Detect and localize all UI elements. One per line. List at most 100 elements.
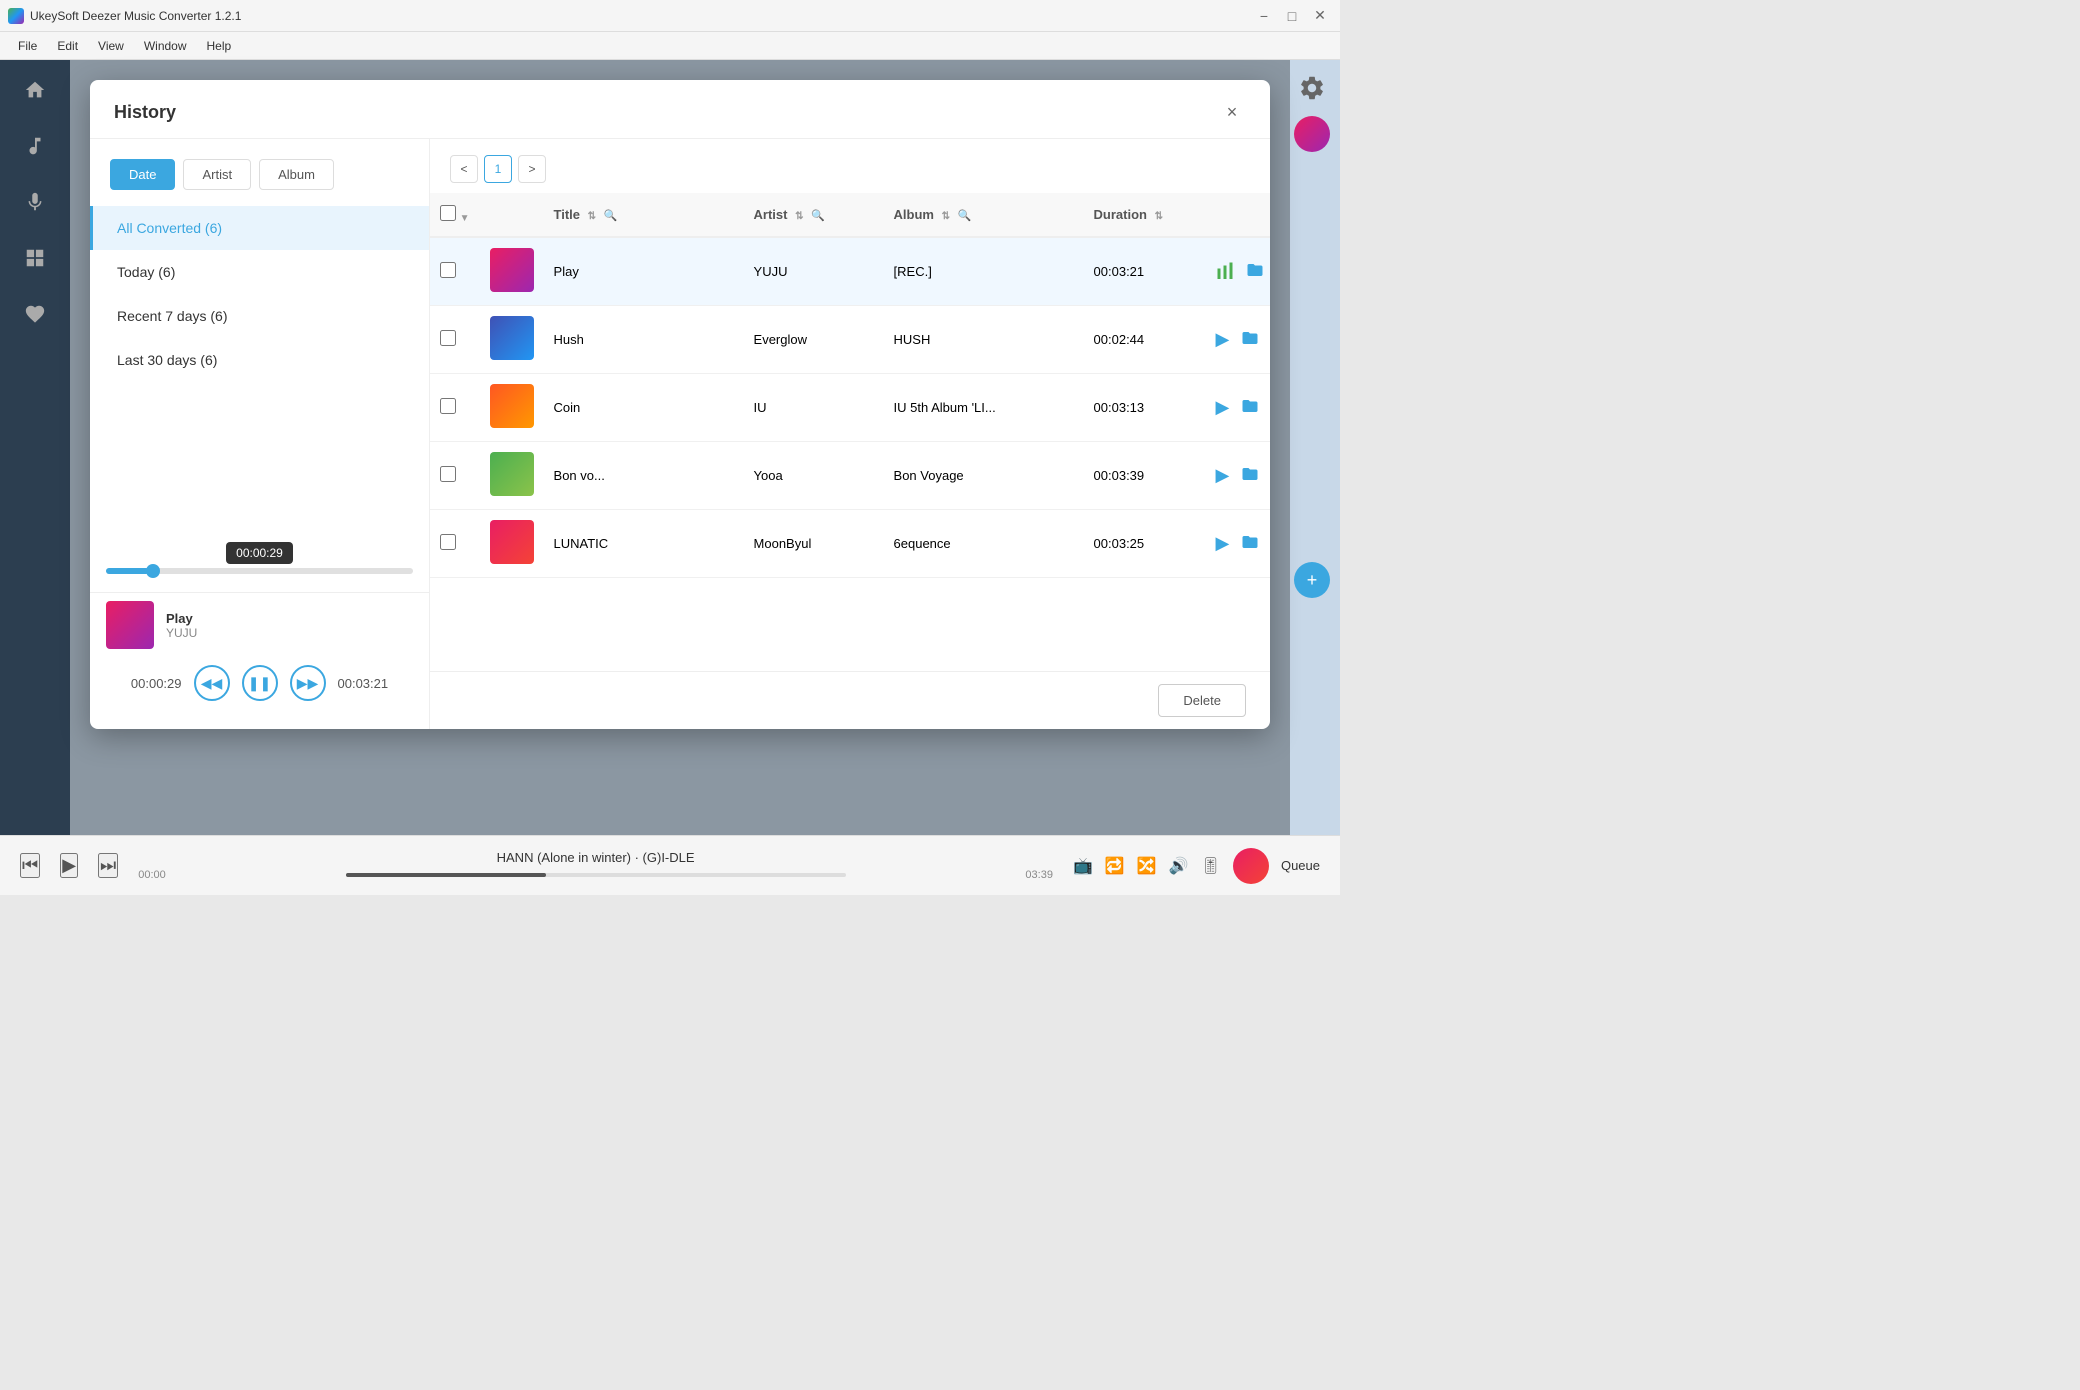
row3-title-cell: Coin <box>544 374 744 442</box>
row2-artist: Everglow <box>754 332 807 347</box>
row3-play-button[interactable]: ▶ <box>1214 395 1232 420</box>
volume-icon[interactable]: 🔊 <box>1169 856 1189 876</box>
bottom-avatar[interactable] <box>1233 848 1269 884</box>
close-button[interactable]: ✕ <box>1308 6 1332 26</box>
row2-play-button[interactable]: ▶ <box>1214 327 1232 352</box>
nav-today[interactable]: Today (6) <box>90 250 429 294</box>
row3-checkbox[interactable] <box>440 398 456 414</box>
bottom-play-button[interactable]: ▶ <box>60 853 78 878</box>
player-title: Play <box>166 611 413 626</box>
menu-view[interactable]: View <box>88 35 134 57</box>
row1-album: [REC.] <box>894 264 932 279</box>
table-row: Coin IU IU 5th Album 'LI... <box>430 374 1270 442</box>
row5-folder-button[interactable] <box>1239 531 1261 556</box>
row5-album: 6equence <box>894 536 951 551</box>
minimize-button[interactable]: − <box>1252 6 1276 26</box>
page-1[interactable]: 1 <box>484 155 512 183</box>
pause-button[interactable]: ❚❚ <box>242 665 278 701</box>
nav-all-converted[interactable]: All Converted (6) <box>90 206 429 250</box>
row4-checkbox[interactable] <box>440 466 456 482</box>
maximize-button[interactable]: □ <box>1280 6 1304 26</box>
row3-folder-button[interactable] <box>1239 395 1261 420</box>
row1-duration: 00:03:21 <box>1094 264 1145 279</box>
queue-label[interactable]: Queue <box>1281 858 1320 873</box>
row5-play-button[interactable]: ▶ <box>1214 531 1232 556</box>
row5-actions-cell: ▶ <box>1204 510 1270 578</box>
menu-edit[interactable]: Edit <box>47 35 88 57</box>
row3-delete-button[interactable] <box>1269 395 1270 420</box>
sliders-icon[interactable]: 🎚 <box>1201 856 1221 876</box>
row4-duration-cell: 00:03:39 <box>1084 442 1204 510</box>
row4-folder-button[interactable] <box>1239 463 1261 488</box>
row5-checkbox[interactable] <box>440 534 456 550</box>
player-current-time: 00:00:29 <box>131 676 182 691</box>
row5-delete-button[interactable] <box>1269 531 1270 556</box>
title-search-icon[interactable]: 🔍 <box>604 209 618 222</box>
row1-checkbox[interactable] <box>440 262 456 278</box>
delete-button[interactable]: Delete <box>1158 684 1246 717</box>
nav-recent-7[interactable]: Recent 7 days (6) <box>90 294 429 338</box>
cast-icon[interactable]: 📺 <box>1073 856 1093 876</box>
row1-title-cell: Play <box>544 237 744 306</box>
repeat-icon[interactable]: 🔁 <box>1105 856 1125 876</box>
tab-album[interactable]: Album <box>259 159 334 190</box>
row4-duration: 00:03:39 <box>1094 468 1145 483</box>
row4-delete-button[interactable] <box>1269 463 1270 488</box>
prev-button[interactable]: ◀◀ <box>194 665 230 701</box>
menu-window[interactable]: Window <box>134 35 197 57</box>
sidebar-favorites[interactable] <box>15 294 55 334</box>
row5-thumb <box>490 520 534 564</box>
user-avatar[interactable] <box>1294 116 1330 152</box>
duration-sort-icon[interactable]: ⇅ <box>1155 211 1163 222</box>
history-dialog: History × Date Artist Album All Converte… <box>90 80 1270 729</box>
add-music-icon[interactable]: + <box>1294 562 1330 598</box>
table-header-row: ▼ Title ⇅ 🔍 <box>430 193 1270 237</box>
album-sort-icon[interactable]: ⇅ <box>942 211 950 222</box>
page-next[interactable]: > <box>518 155 546 183</box>
progress-thumb[interactable] <box>146 564 160 578</box>
nav-last-30[interactable]: Last 30 days (6) <box>90 338 429 382</box>
sidebar-mic[interactable] <box>15 182 55 222</box>
menu-help[interactable]: Help <box>197 35 242 57</box>
bottom-progress-bar[interactable] <box>346 873 846 877</box>
album-search-icon[interactable]: 🔍 <box>958 209 972 222</box>
settings-icon[interactable] <box>1294 70 1330 106</box>
row5-checkbox-cell <box>430 510 480 578</box>
row4-album: Bon Voyage <box>894 468 964 483</box>
row1-folder-button[interactable] <box>1244 259 1266 284</box>
sidebar-home[interactable] <box>15 70 55 110</box>
th-actions <box>1204 193 1270 237</box>
select-all-checkbox[interactable] <box>440 205 456 221</box>
next-button[interactable]: ▶▶ <box>290 665 326 701</box>
row2-checkbox-cell <box>430 306 480 374</box>
row2-checkbox[interactable] <box>440 330 456 346</box>
bottom-next-button[interactable]: ⏭ <box>98 853 118 878</box>
bottom-progress-wrap: 00:00 03:39 <box>138 869 1053 881</box>
dialog-footer: Delete <box>430 671 1270 729</box>
progress-bar[interactable] <box>106 568 413 574</box>
title-sort-icon[interactable]: ⇅ <box>588 211 596 222</box>
row2-folder-button[interactable] <box>1239 327 1261 352</box>
bottom-prev-button[interactable]: ⏮ <box>20 853 40 878</box>
content-area: + History × Date Artist A <box>70 60 1340 835</box>
artist-search-icon[interactable]: 🔍 <box>811 209 825 222</box>
row3-album-cell: IU 5th Album 'LI... <box>884 374 1084 442</box>
tab-date[interactable]: Date <box>110 159 175 190</box>
sidebar-grid[interactable] <box>15 238 55 278</box>
dialog-close-button[interactable]: × <box>1218 98 1246 126</box>
row2-delete-button[interactable] <box>1269 327 1270 352</box>
sidebar-music[interactable] <box>15 126 55 166</box>
tab-artist[interactable]: Artist <box>183 159 251 190</box>
artist-sort-icon[interactable]: ⇅ <box>795 211 803 222</box>
row4-play-button[interactable]: ▶ <box>1214 463 1232 488</box>
row5-title-cell: LUNATIC <box>544 510 744 578</box>
row1-playing-icon[interactable] <box>1214 259 1236 284</box>
bottom-controls-right: 📺 🔁 🔀 🔊 🎚 Queue <box>1073 848 1320 884</box>
page-prev[interactable]: < <box>450 155 478 183</box>
menu-file[interactable]: File <box>8 35 47 57</box>
shuffle-icon[interactable]: 🔀 <box>1137 856 1157 876</box>
player-info: Play YUJU <box>166 611 413 640</box>
row3-actions-cell: ▶ <box>1204 374 1270 442</box>
row5-artist: MoonByul <box>754 536 812 551</box>
row3-actions: ▶ <box>1214 395 1270 420</box>
